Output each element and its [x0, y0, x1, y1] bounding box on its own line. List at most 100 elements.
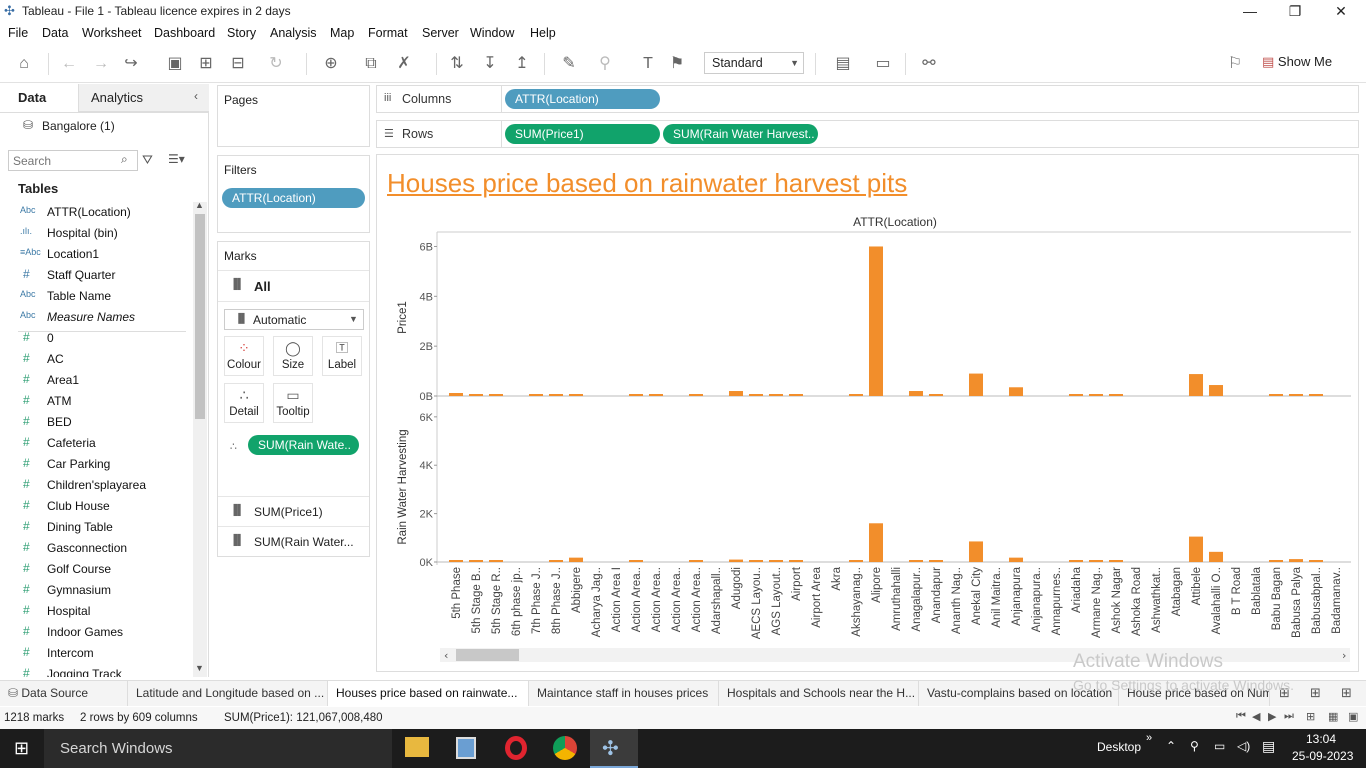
- view-options-icon[interactable]: ☰▾: [168, 152, 185, 166]
- datasource-name[interactable]: Bangalore (1): [42, 119, 115, 133]
- filters-card[interactable]: Filters ATTR(Location): [217, 155, 370, 233]
- new-worksheet-icon[interactable]: ⊕: [320, 53, 342, 75]
- field-item[interactable]: # Car Parking: [0, 454, 190, 475]
- tray-expand-icon[interactable]: ⌃: [1166, 739, 1176, 753]
- field-item[interactable]: # Dining Table: [0, 517, 190, 538]
- tab-analytics[interactable]: Analytics ‹: [78, 84, 209, 112]
- chrome-icon[interactable]: [553, 736, 577, 760]
- tableau-taskbar-button[interactable]: ✣: [590, 729, 638, 768]
- new-datasource-icon[interactable]: ⊞: [195, 53, 217, 75]
- format-painter-icon[interactable]: ⚐: [1224, 53, 1246, 75]
- sheet-nav-prev-icon[interactable]: ◀: [1252, 710, 1260, 723]
- field-item[interactable]: # Jogging Track: [0, 664, 190, 677]
- pause-updates-icon[interactable]: ⊟: [227, 53, 249, 75]
- sheet-sorter-icon[interactable]: ⊞: [1306, 710, 1315, 723]
- field-item[interactable]: ≡Abc Location1: [0, 244, 190, 265]
- maximize-button[interactable]: ❐: [1272, 0, 1318, 23]
- scrollbar[interactable]: ▲ ▼: [193, 200, 207, 677]
- field-item[interactable]: # Area1: [0, 370, 190, 391]
- duplicate-sheet-icon[interactable]: ⧉: [360, 53, 382, 75]
- tab-data[interactable]: Data: [0, 84, 78, 112]
- marks-row-price[interactable]: ▐▌ SUM(Price1): [218, 496, 369, 526]
- marks-row-rainwater[interactable]: ▐▌ SUM(Rain Water...: [218, 526, 369, 556]
- tab-sheet-rainwater[interactable]: Houses price based on rainwate...: [328, 681, 529, 706]
- field-item[interactable]: # Gymnasium: [0, 580, 190, 601]
- save-icon[interactable]: ▣: [164, 53, 186, 75]
- scroll-down-icon[interactable]: ▼: [195, 663, 204, 673]
- pin-icon[interactable]: ⚑: [666, 53, 688, 75]
- field-item[interactable]: # Intercom: [0, 643, 190, 664]
- new-dashboard-icon[interactable]: ⊞: [1310, 685, 1321, 701]
- show-me-button[interactable]: ▤ Show Me: [1262, 54, 1332, 70]
- tab-sheet-latlong[interactable]: Latitude and Longitude based on ...: [128, 681, 328, 706]
- tab-sheet-maintenance[interactable]: Maintance staff in houses prices: [529, 681, 719, 706]
- field-item[interactable]: # Golf Course: [0, 559, 190, 580]
- viz-title[interactable]: Houses price based on rainwater harvest …: [387, 168, 907, 199]
- presentation-mode-icon[interactable]: ▭: [872, 53, 894, 75]
- field-item[interactable]: Abc ATTR(Location): [0, 202, 190, 223]
- menu-server[interactable]: Server: [422, 26, 459, 40]
- menu-story[interactable]: Story: [227, 26, 256, 40]
- swap-icon[interactable]: ⇅: [446, 53, 468, 75]
- sheet-nav-first-icon[interactable]: ⏮: [1236, 710, 1246, 723]
- rows-pill-rainwater[interactable]: SUM(Rain Water Harvest..: [663, 124, 818, 144]
- replay-icon[interactable]: ↪: [120, 53, 142, 75]
- rows-pill-price[interactable]: SUM(Price1): [505, 124, 660, 144]
- detail-pill-rainwater[interactable]: SUM(Rain Wate..: [248, 435, 359, 455]
- field-item[interactable]: # Gasconnection: [0, 538, 190, 559]
- tooltip-button[interactable]: ▭ Tooltip: [273, 383, 313, 423]
- menu-file[interactable]: File: [8, 26, 28, 40]
- field-item[interactable]: # BED: [0, 412, 190, 433]
- clock-date[interactable]: 25-09-2023: [1292, 749, 1353, 763]
- undo-icon[interactable]: ←: [58, 53, 80, 75]
- tab-data-source[interactable]: ⛁ Data Source: [0, 681, 128, 706]
- scrollbar-thumb[interactable]: [195, 214, 205, 419]
- sheet-nav-last-icon[interactable]: ⏭: [1284, 710, 1294, 723]
- menu-analysis[interactable]: Analysis: [270, 26, 317, 40]
- search-input[interactable]: [13, 153, 113, 168]
- filter-icon[interactable]: ⛛: [142, 152, 153, 168]
- marks-all-row[interactable]: ▐▌ All: [218, 270, 369, 302]
- clear-sheet-icon[interactable]: ✗: [393, 53, 415, 75]
- toolbar-expand-icon[interactable]: »: [1146, 732, 1152, 744]
- rows-shelf[interactable]: ☰ Rows SUM(Price1) SUM(Rain Water Harves…: [376, 120, 1359, 148]
- collapse-pane-icon[interactable]: ‹: [194, 89, 198, 103]
- menu-data[interactable]: Data: [42, 26, 68, 40]
- menu-worksheet[interactable]: Worksheet: [82, 26, 142, 40]
- field-item[interactable]: # AC: [0, 349, 190, 370]
- field-item[interactable]: # Hospital: [0, 601, 190, 622]
- close-button[interactable]: ✕: [1318, 0, 1364, 23]
- show-labels-icon[interactable]: T: [637, 53, 659, 75]
- taskbar-search[interactable]: Search Windows: [44, 729, 392, 768]
- windows-start-icon[interactable]: ⊞: [14, 738, 29, 759]
- notification-icon[interactable]: ▤: [1262, 738, 1275, 755]
- mark-type-select[interactable]: ▐▌ Automatic ▼: [224, 309, 364, 330]
- menu-window[interactable]: Window: [470, 26, 514, 40]
- field-item[interactable]: # ATM: [0, 391, 190, 412]
- filmstrip-icon[interactable]: ▦: [1328, 710, 1338, 723]
- file-explorer-icon[interactable]: [405, 737, 429, 757]
- fit-select[interactable]: Standard ▼: [704, 52, 804, 74]
- clock-time[interactable]: 13:04: [1306, 732, 1336, 746]
- group-members-icon[interactable]: ⚲: [594, 53, 616, 75]
- highlight-icon[interactable]: ✎: [558, 53, 580, 75]
- battery-icon[interactable]: ▭: [1214, 739, 1225, 753]
- photos-app-icon[interactable]: [456, 737, 476, 759]
- minimize-button[interactable]: —: [1227, 0, 1273, 23]
- label-button[interactable]: 🅃 Label: [322, 336, 362, 376]
- menu-dashboard[interactable]: Dashboard: [154, 26, 215, 40]
- sheet-nav-next-icon[interactable]: ▶: [1268, 710, 1276, 723]
- field-search[interactable]: ⌕: [8, 150, 138, 171]
- sort-descending-icon[interactable]: ↥: [511, 53, 533, 75]
- opera-icon[interactable]: [505, 736, 527, 760]
- redo-icon[interactable]: →: [90, 53, 112, 75]
- network-icon[interactable]: ⚲: [1190, 739, 1199, 753]
- field-item[interactable]: # Cafeteria: [0, 433, 190, 454]
- desktop-toolbar[interactable]: Desktop: [1097, 740, 1141, 754]
- colour-button[interactable]: ⁘ Colour: [224, 336, 264, 376]
- field-item[interactable]: # Indoor Games: [0, 622, 190, 643]
- detail-button[interactable]: ∴ Detail: [224, 383, 264, 423]
- field-item[interactable]: # Club House: [0, 496, 190, 517]
- field-item[interactable]: Abc Table Name: [0, 286, 190, 307]
- menu-map[interactable]: Map: [330, 26, 354, 40]
